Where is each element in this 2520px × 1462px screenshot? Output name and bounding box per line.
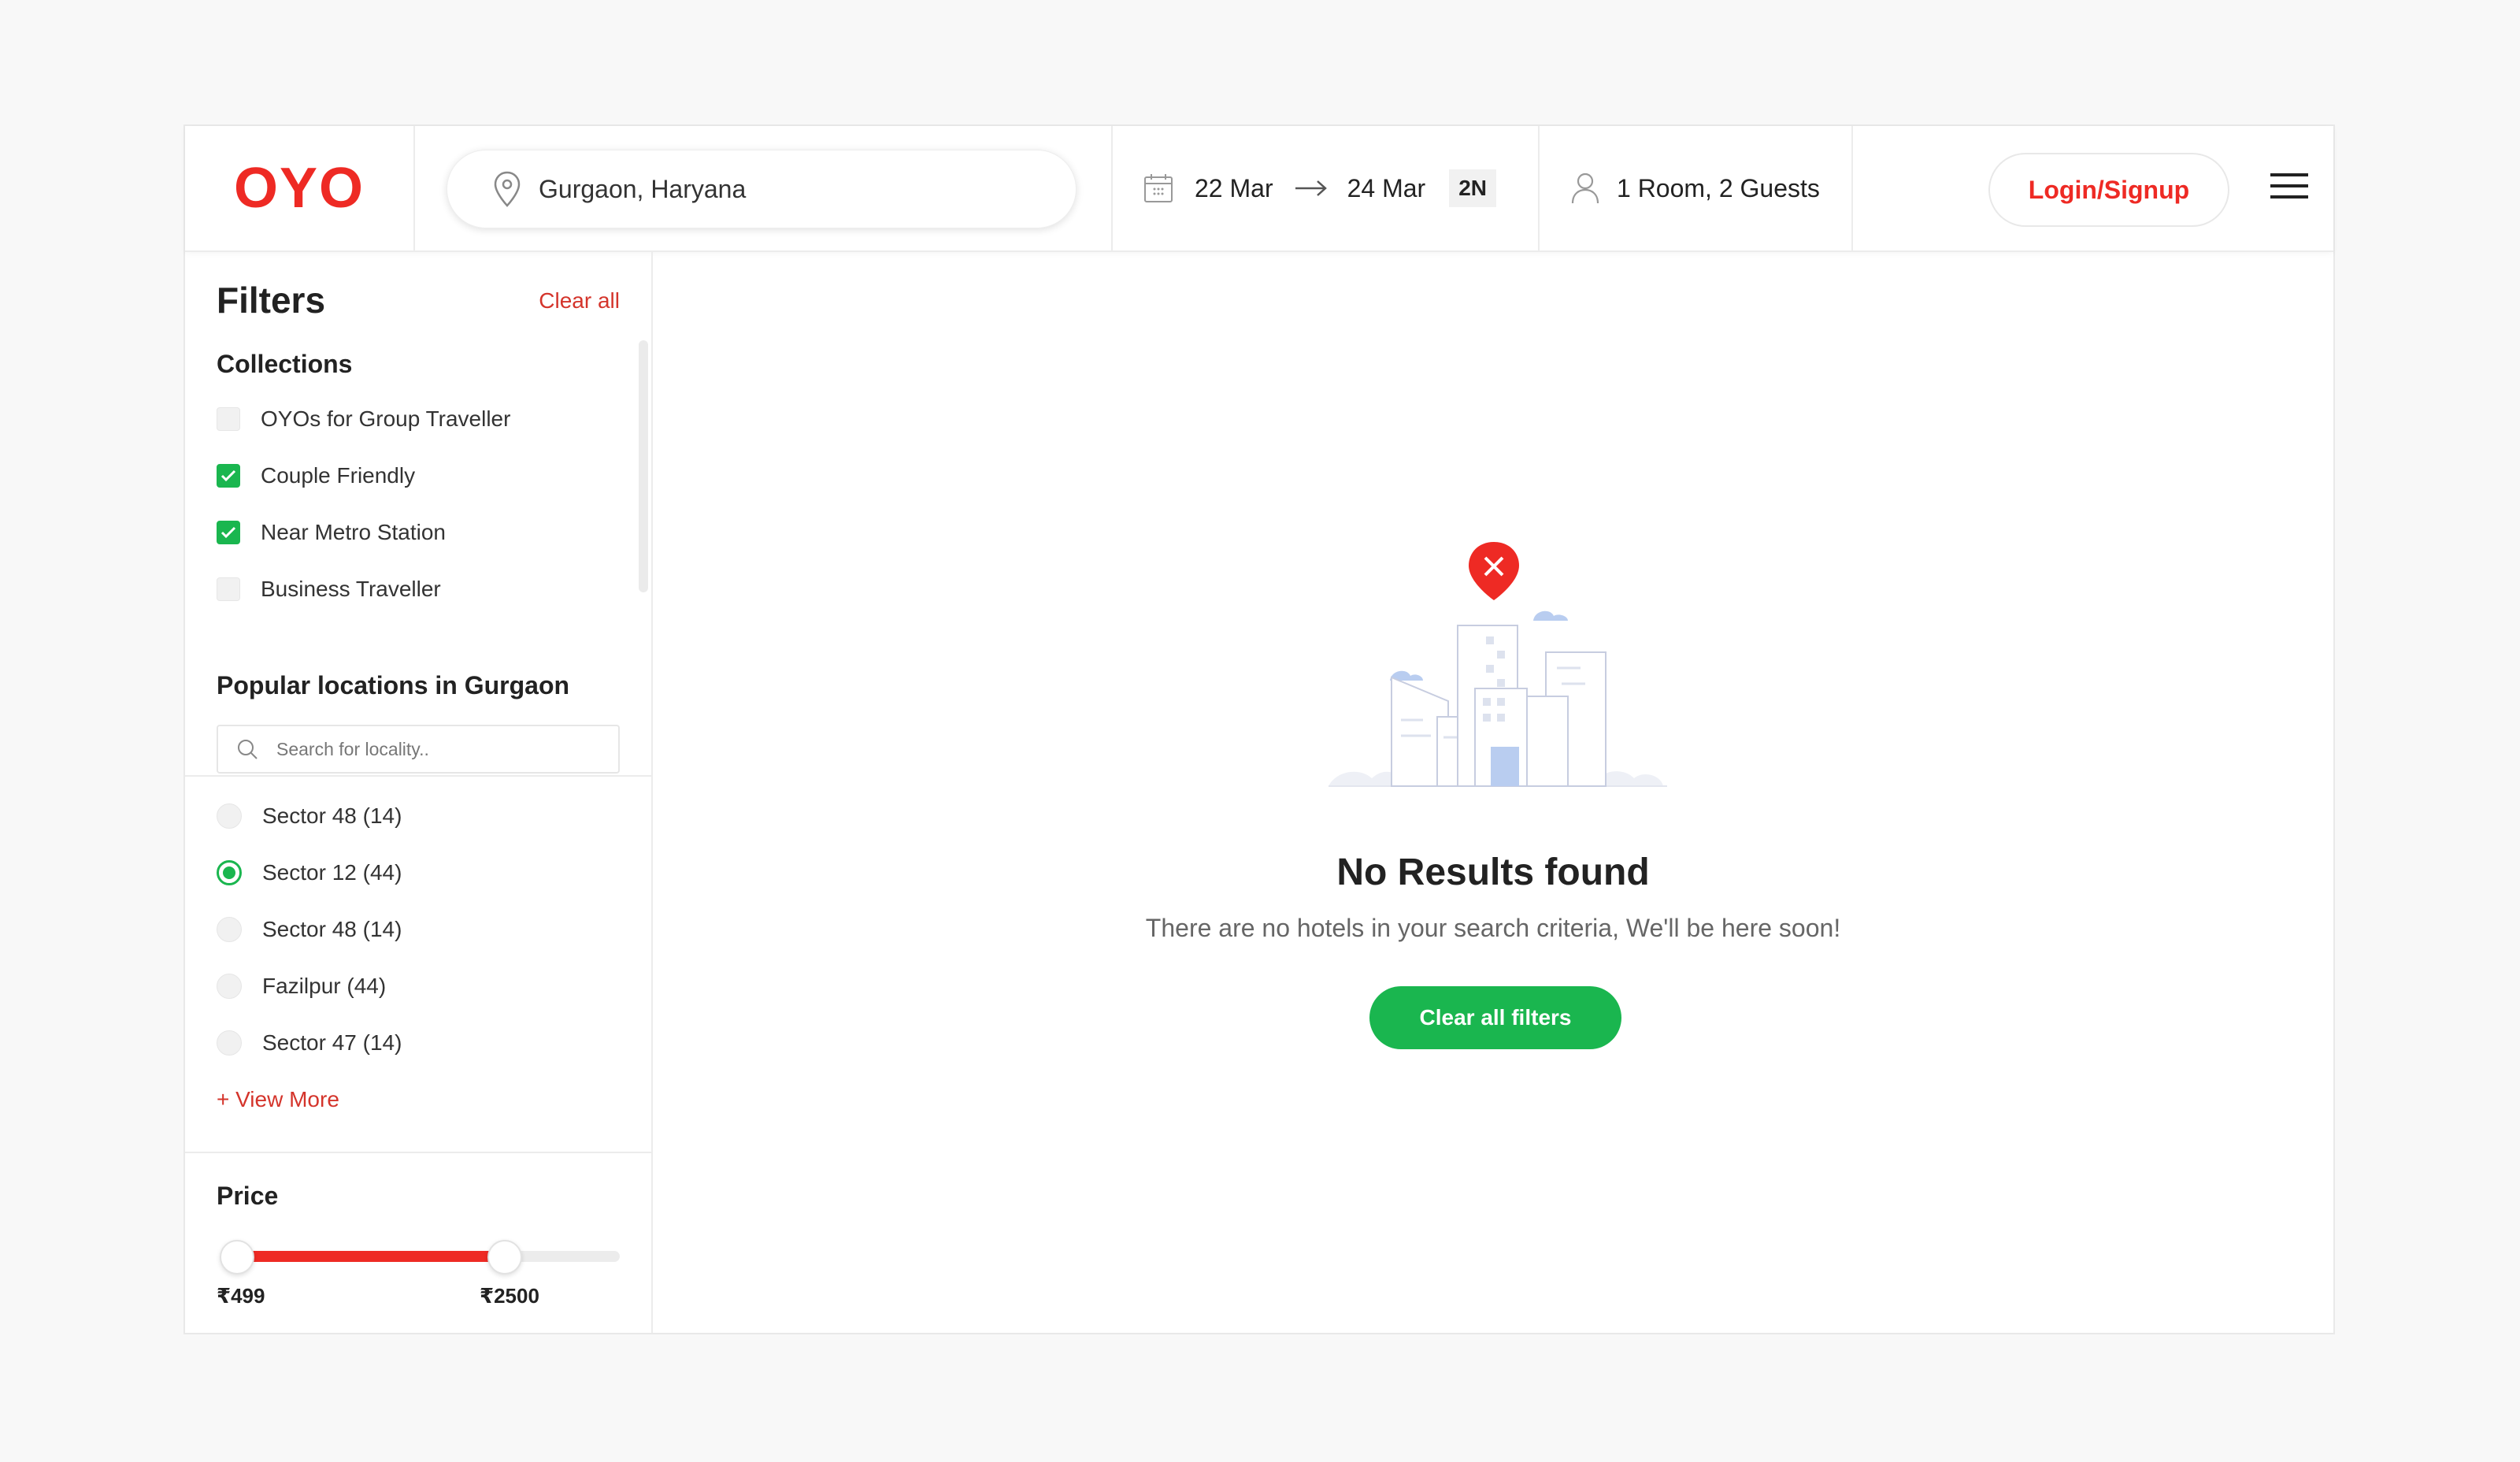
collections-title: Collections <box>217 350 353 378</box>
top-header: OYO Gurgaon, Haryana 22 Mar 24 Mar 2N 1 … <box>185 126 2333 252</box>
sidebar-scrollbar[interactable] <box>639 340 648 592</box>
price-max-handle[interactable] <box>487 1240 523 1275</box>
user-icon <box>1571 173 1599 204</box>
locality-placeholder: Search for locality.. <box>276 738 429 759</box>
location-label: Sector 48 (14) <box>262 803 402 828</box>
collection-item[interactable]: OYOs for Group Traveller <box>217 406 510 432</box>
app-frame: OYO Gurgaon, Haryana 22 Mar 24 Mar 2N 1 … <box>183 124 2335 1334</box>
radio-button[interactable] <box>217 1030 242 1056</box>
collection-item[interactable]: Near Metro Station <box>217 520 446 545</box>
checkbox[interactable] <box>217 577 240 601</box>
price-title: Price <box>217 1182 279 1210</box>
collection-label: Couple Friendly <box>261 463 416 488</box>
collection-label: OYOs for Group Traveller <box>261 406 511 431</box>
location-option[interactable]: Sector 12 (44) <box>217 860 402 885</box>
price-min-label: ₹499 <box>217 1284 265 1308</box>
no-results-illustration <box>1329 542 1667 787</box>
arrow-right-icon <box>1295 180 1327 196</box>
search-icon <box>238 740 258 759</box>
location-option[interactable]: Sector 47 (14) <box>217 1030 402 1056</box>
radio-button[interactable] <box>217 803 242 829</box>
checkbox-checked[interactable] <box>217 464 240 488</box>
filters-sidebar: Filters Clear all Collections OYOs for G… <box>185 252 653 1333</box>
map-pin-icon <box>494 171 521 207</box>
guest-selector[interactable]: 1 Room, 2 Guests <box>1540 126 1853 250</box>
calendar-icon <box>1144 174 1173 202</box>
radio-button-selected[interactable] <box>217 860 242 885</box>
clear-all-filters-button[interactable]: Clear all filters <box>1369 986 1621 1049</box>
section-divider <box>185 1152 651 1153</box>
collection-item[interactable]: Business Traveller <box>217 577 441 602</box>
filters-title: Filters <box>217 280 326 321</box>
login-signup-button[interactable]: Login/Signup <box>1988 153 2229 227</box>
clear-all-link[interactable]: Clear all <box>539 288 620 314</box>
locations-title: Popular locations in Gurgaon <box>217 671 570 699</box>
location-option[interactable]: Sector 48 (14) <box>217 917 402 942</box>
collection-item[interactable]: Couple Friendly <box>217 463 415 488</box>
nights-badge: 2N <box>1449 169 1496 207</box>
checkout-date[interactable]: 24 Mar <box>1347 174 1426 203</box>
price-slider-range <box>237 1251 506 1262</box>
no-results-title: No Results found <box>1336 852 1650 893</box>
collection-label: Business Traveller <box>261 577 441 601</box>
location-label: Fazilpur (44) <box>262 974 387 998</box>
menu-bar <box>2270 184 2308 187</box>
location-label: Sector 12 (44) <box>262 860 402 885</box>
location-value: Gurgaon, Haryana <box>539 174 747 203</box>
radio-button[interactable] <box>217 917 242 942</box>
location-search-input[interactable]: Gurgaon, Haryana <box>447 150 1077 228</box>
hamburger-menu-icon[interactable] <box>2270 173 2308 205</box>
location-label: Sector 47 (14) <box>262 1030 402 1055</box>
section-divider <box>185 775 651 777</box>
checkin-date[interactable]: 22 Mar <box>1195 174 1273 203</box>
checkmark-icon <box>220 526 236 539</box>
locality-search-input[interactable]: Search for locality.. <box>217 725 620 774</box>
view-more-link[interactable]: + View More <box>217 1087 339 1112</box>
checkbox[interactable] <box>217 407 240 431</box>
oyo-logo[interactable]: OYO <box>234 156 365 221</box>
price-slider-track[interactable] <box>237 1251 620 1262</box>
logo-cell[interactable]: OYO <box>185 126 415 250</box>
date-picker[interactable]: 22 Mar 24 Mar 2N <box>1113 126 1540 250</box>
checkbox-checked[interactable] <box>217 521 240 544</box>
menu-bar <box>2270 195 2308 199</box>
collection-label: Near Metro Station <box>261 520 446 544</box>
location-option[interactable]: Fazilpur (44) <box>217 974 386 999</box>
location-label: Sector 48 (14) <box>262 917 402 941</box>
price-min-handle[interactable] <box>220 1240 254 1275</box>
radio-button[interactable] <box>217 974 242 999</box>
menu-bar <box>2270 173 2308 176</box>
location-cell: Gurgaon, Haryana <box>415 126 1113 250</box>
location-option[interactable]: Sector 48 (14) <box>217 803 402 829</box>
checkmark-icon <box>220 469 236 482</box>
no-results-subtitle: There are no hotels in your search crite… <box>1145 914 1841 942</box>
price-max-label: ₹2500 <box>480 1284 539 1308</box>
guest-count: 1 Room, 2 Guests <box>1617 173 1820 202</box>
